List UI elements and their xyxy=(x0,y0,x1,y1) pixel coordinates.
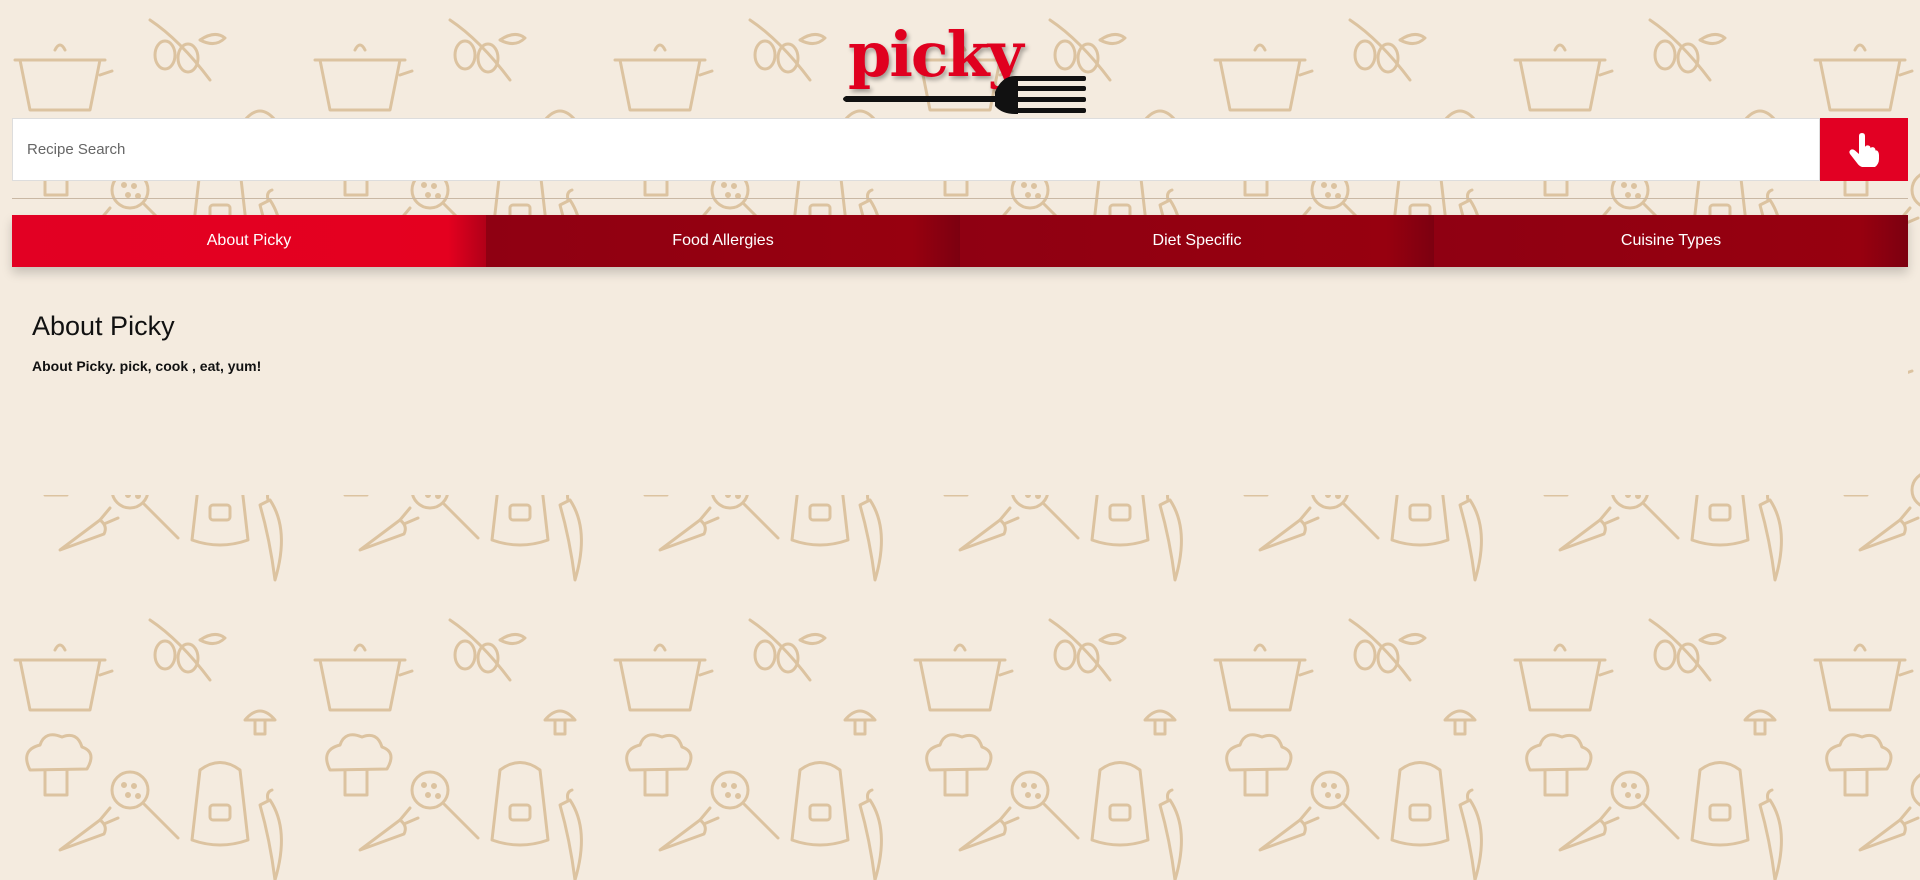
picky-logo[interactable]: picky xyxy=(840,18,1090,118)
tab-cuisine-types[interactable]: Cuisine Types xyxy=(1434,215,1908,267)
content-body: About Picky. pick, cook , eat, yum! xyxy=(32,358,262,374)
tab-content-panel: About Picky About Picky. pick, cook , ea… xyxy=(12,267,1908,495)
fork-icon xyxy=(843,76,1086,114)
page: picky About Picky Food Allergies xyxy=(0,0,1920,880)
tab-food-allergies[interactable]: Food Allergies xyxy=(486,215,960,267)
search-bar xyxy=(12,118,1908,181)
search-button[interactable] xyxy=(1820,118,1908,181)
tab-about-picky[interactable]: About Picky xyxy=(12,215,486,267)
header-divider xyxy=(12,198,1908,199)
category-tabs: About Picky Food Allergies Diet Specific… xyxy=(12,215,1908,267)
recipe-search-input[interactable] xyxy=(12,118,1820,181)
content-title: About Picky xyxy=(32,311,175,341)
tab-diet-specific[interactable]: Diet Specific xyxy=(960,215,1434,267)
site-header: picky xyxy=(0,0,1920,118)
hand-pointer-icon xyxy=(1849,132,1879,167)
